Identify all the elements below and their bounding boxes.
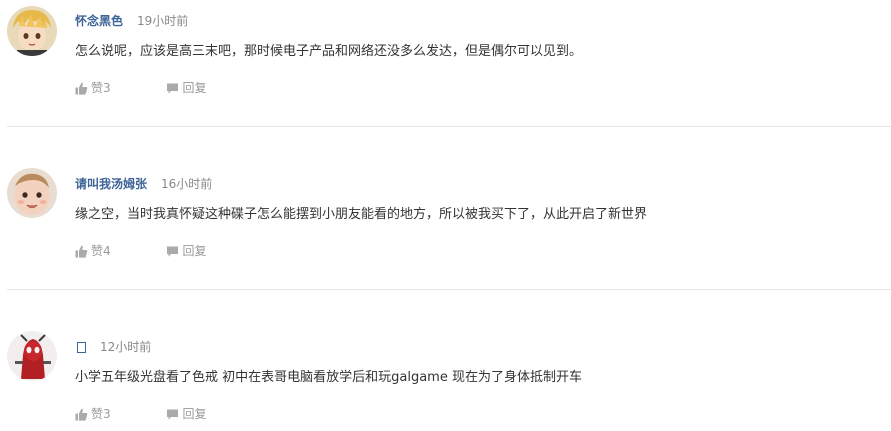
username[interactable]: 怀念黑色 xyxy=(75,14,123,28)
anime-boy-avatar-icon xyxy=(7,6,57,56)
thumbs-up-icon xyxy=(75,245,88,258)
timestamp: 12小时前 xyxy=(100,340,152,354)
avatar[interactable] xyxy=(7,6,57,56)
comment-meta: 12小时前 xyxy=(75,336,151,356)
reply-button[interactable]: 回复 xyxy=(166,80,206,96)
comment-text: 缘之空，当时我真怀疑这种碟子怎么能摆到小朋友能看的地方，所以被我买下了，从此开启… xyxy=(75,207,648,222)
reply-label: 回复 xyxy=(182,81,207,95)
timestamp: 16小时前 xyxy=(161,177,213,191)
avatar[interactable] xyxy=(7,168,57,218)
like-button[interactable]: 赞3 xyxy=(75,406,111,422)
reply-label: 回复 xyxy=(182,244,207,258)
speech-bubble-icon xyxy=(167,409,179,420)
like-count: 赞3 xyxy=(91,81,111,95)
baby-avatar-icon xyxy=(7,168,57,218)
speech-bubble-icon xyxy=(167,246,179,257)
like-count: 赞4 xyxy=(91,244,111,258)
comment-meta: 怀念黑色 19小时前 xyxy=(75,10,188,30)
comment-actions: 赞3 回复 xyxy=(75,406,206,422)
comment-actions: 赞4 回复 xyxy=(75,243,206,259)
like-button[interactable]: 赞3 xyxy=(75,80,111,96)
thumbs-up-icon xyxy=(75,82,88,95)
comment-actions: 赞3 回复 xyxy=(75,80,206,96)
avatar[interactable] xyxy=(7,331,57,381)
username[interactable] xyxy=(75,340,86,354)
red-character-avatar-icon xyxy=(7,331,57,381)
comment-text: 怎么说呢，应该是高三末吧，那时候电子产品和网络还没多么发达，但是偶尔可以见到。 xyxy=(75,44,583,59)
speech-bubble-icon xyxy=(167,83,179,94)
comment-text: 小学五年级光盘看了色戒 初中在表哥电脑看放学后和玩galgame 现在为了身体抵… xyxy=(75,370,582,385)
timestamp: 19小时前 xyxy=(137,14,189,28)
divider xyxy=(7,289,891,290)
reply-label: 回复 xyxy=(182,407,207,421)
username[interactable]: 请叫我汤姆张 xyxy=(75,177,147,191)
divider xyxy=(7,126,891,127)
reply-button[interactable]: 回复 xyxy=(166,243,206,259)
comment-list: 怀念黑色 19小时前 怎么说呢，应该是高三末吧，那时候电子产品和网络还没多么发达，… xyxy=(0,0,891,431)
like-count: 赞3 xyxy=(91,407,111,421)
comment-meta: 请叫我汤姆张 16小时前 xyxy=(75,173,212,193)
reply-button[interactable]: 回复 xyxy=(166,406,206,422)
like-button[interactable]: 赞4 xyxy=(75,243,111,259)
thumbs-up-icon xyxy=(75,408,88,421)
unknown-glyph-icon xyxy=(77,342,86,353)
